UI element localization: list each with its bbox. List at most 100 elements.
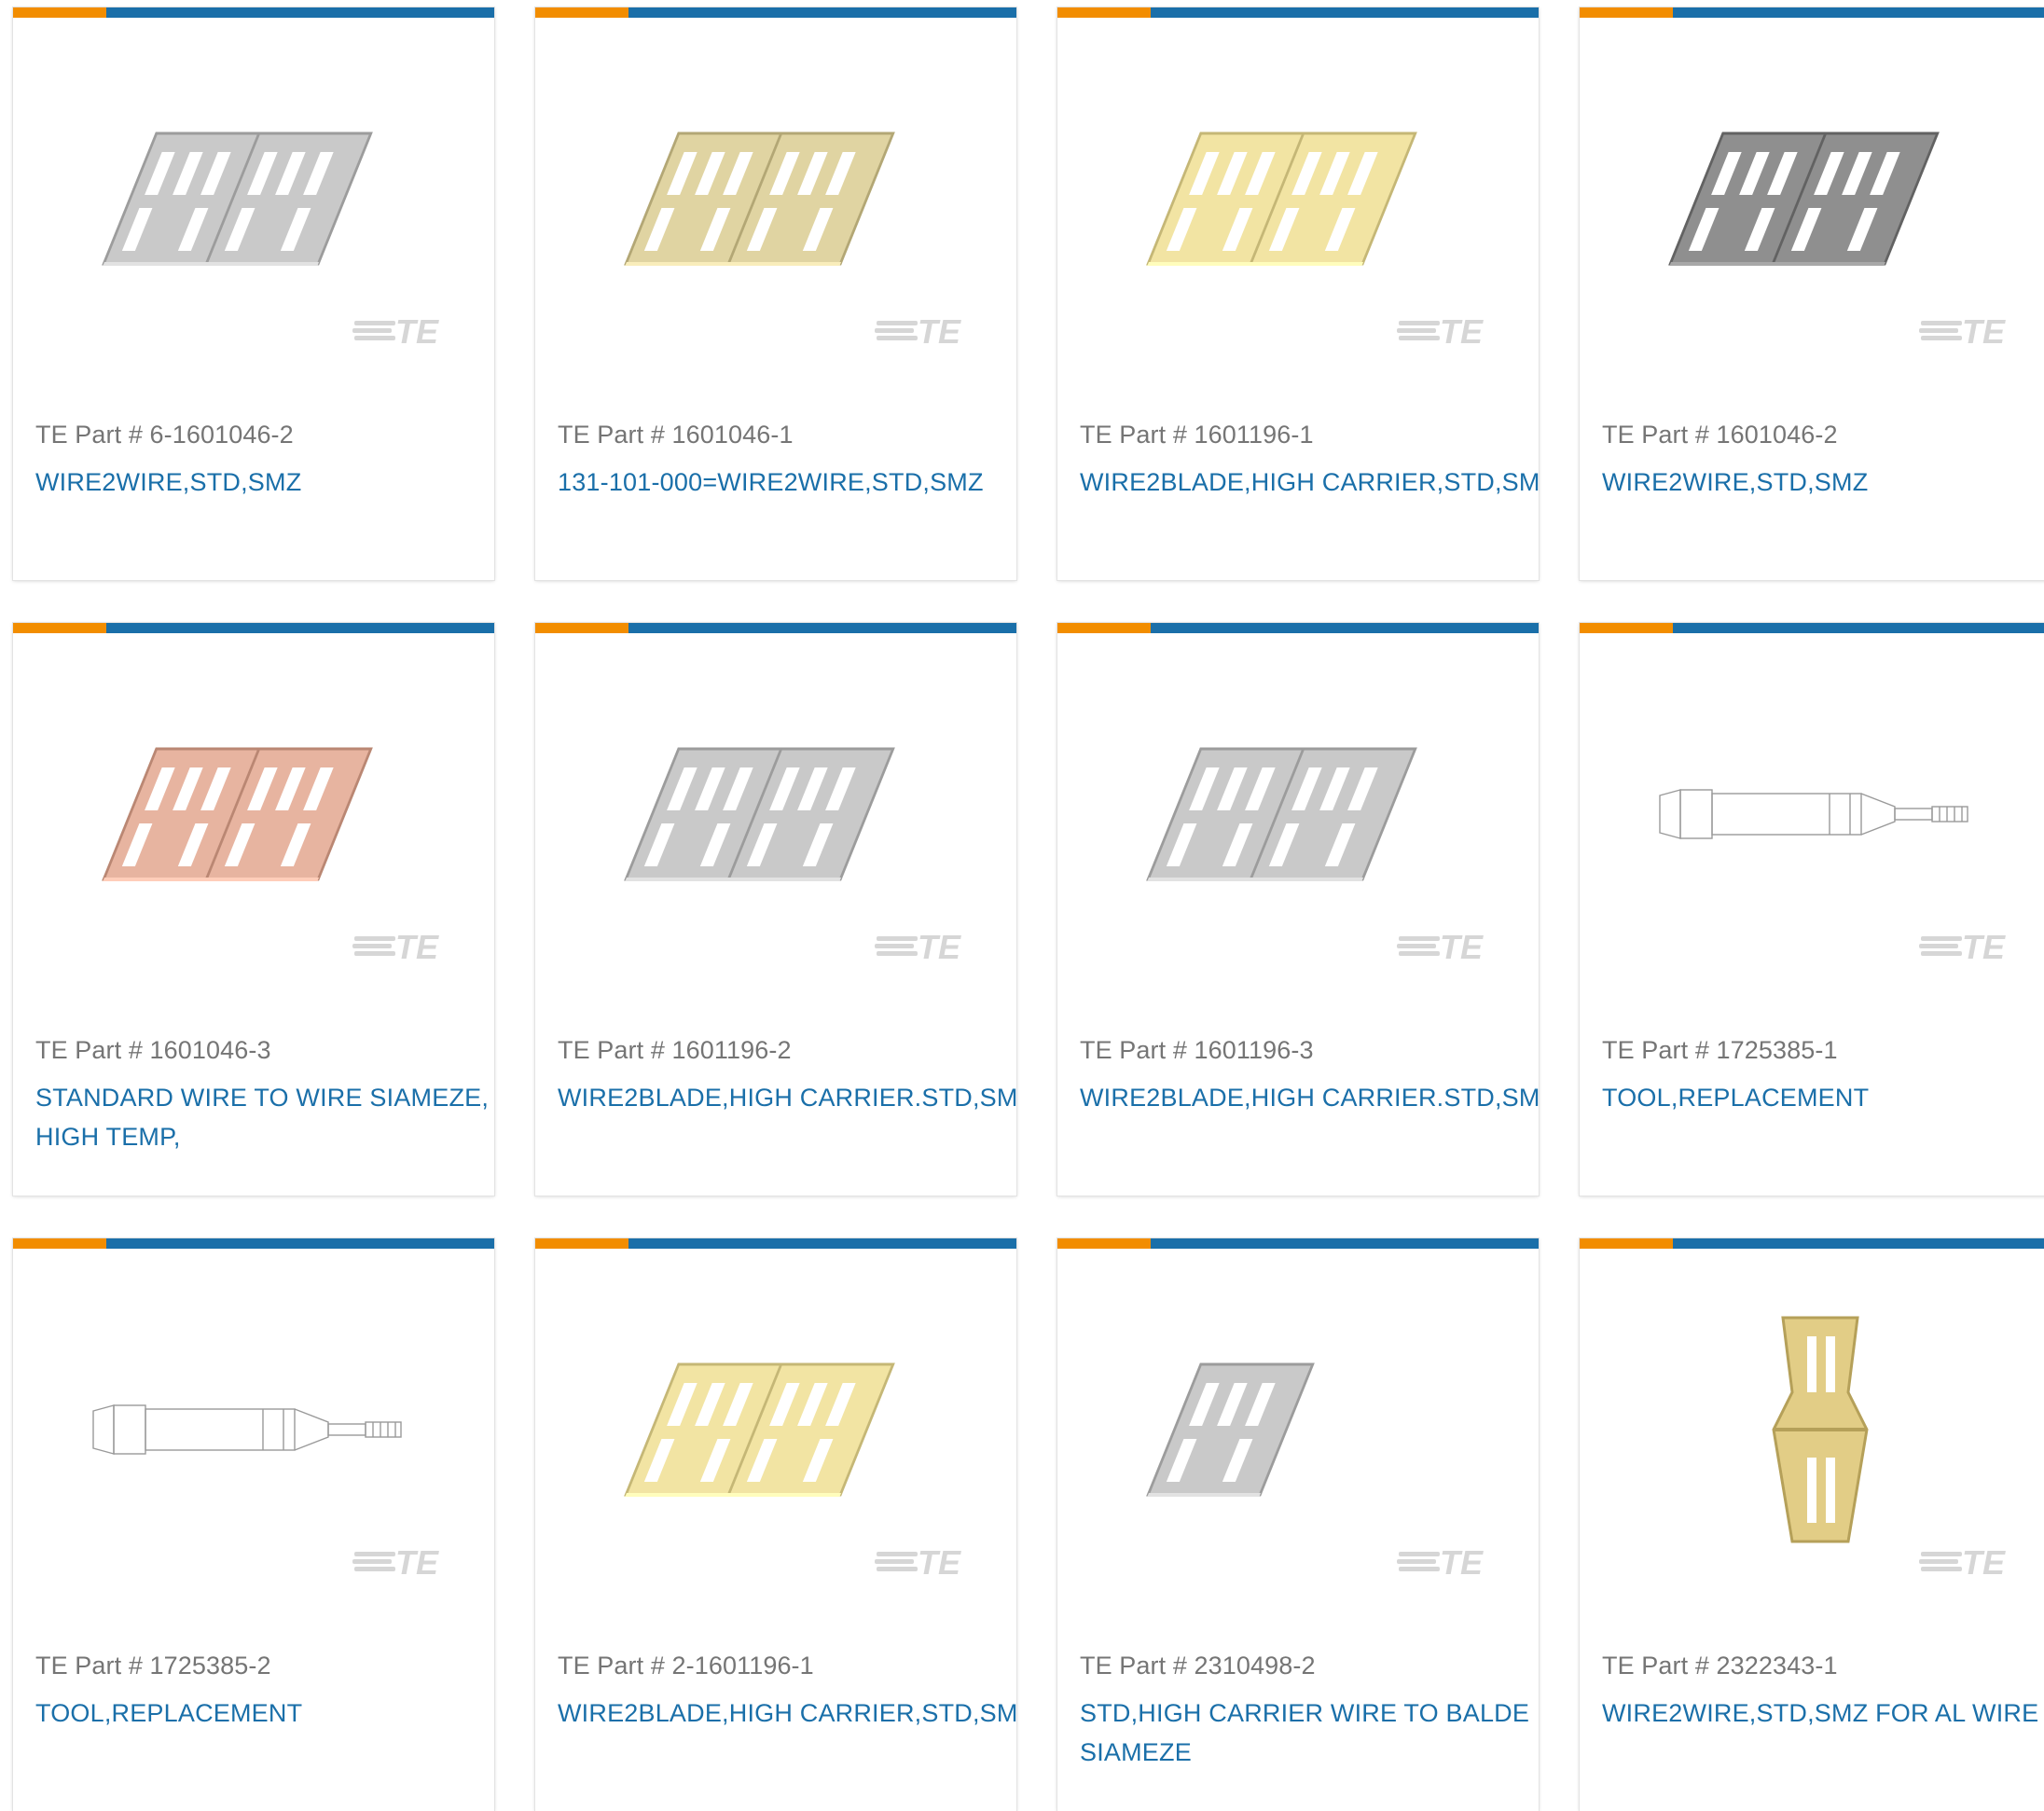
part-number: TE Part # 2310498-2 [1080,1652,1316,1680]
product-card[interactable]: TE TE Part # 1601046-2 WIRE2WIRE,STD,SMZ [1580,7,2044,580]
accent-bar-blue [106,7,494,18]
card-accent-bar [1057,623,1539,633]
accent-bar-blue [1151,623,1539,633]
te-logo-watermark-icon: TE [875,928,961,964]
product-card[interactable]: TE TE Part # 1601196-1 WIRE2BLADE,HIGH C… [1057,7,1539,580]
product-description-link[interactable]: STANDARD WIRE TO WIRE SIAMEZE, HIGH TEMP… [35,1078,494,1156]
product-description-link[interactable]: TOOL,REPLACEMENT [35,1693,494,1733]
te-logo-watermark-icon: TE [1397,312,1484,349]
te-logo-text: TE [1440,928,1484,964]
accent-bar-orange [1057,623,1151,633]
te-logo-text: TE [918,928,961,964]
accent-bar-orange [1057,7,1151,18]
terminal-svg [1668,131,1940,266]
product-card[interactable]: TE TE Part # 1725385-2 TOOL,REPLACEMENT [13,1238,494,1811]
card-accent-bar [535,1238,1016,1249]
accent-bar-orange [1580,7,1673,18]
product-card[interactable]: TE TE Part # 2310498-2 STD,HIGH CARRIER … [1057,1238,1539,1811]
part-number: TE Part # 1601196-3 [1080,1036,1314,1064]
terminal-svg [102,747,373,881]
accent-bar-blue [1673,7,2044,18]
te-logo-watermark-icon: TE [1397,928,1484,964]
terminal-svg [1146,1362,1315,1497]
terminal-svg [624,747,895,881]
te-logo-watermark-icon: TE [352,312,439,349]
accent-bar-orange [13,623,106,633]
te-logo-watermark-icon: TE [352,928,439,964]
accent-bar-orange [535,623,628,633]
card-accent-bar [13,7,494,18]
accent-bar-orange [535,1238,628,1249]
product-description-link[interactable]: 131-101-000=WIRE2WIRE,STD,SMZ [558,463,1016,502]
accent-bar-blue [1151,7,1539,18]
part-number: TE Part # 2322343-1 [1602,1652,1838,1680]
accent-bar-blue [106,623,494,633]
te-logo-watermark-icon: TE [1919,312,2006,349]
accent-bar-orange [1580,1238,1673,1249]
terminal-svg [624,131,895,266]
accent-bar-orange [535,7,628,18]
te-logo-watermark-icon: TE [875,312,961,349]
te-logo-text: TE [1962,928,2006,964]
te-logo-text: TE [1440,312,1484,349]
accent-bar-blue [106,1238,494,1249]
te-logo-watermark-icon: TE [875,1543,961,1580]
part-number: TE Part # 1725385-1 [1602,1036,1838,1064]
te-logo-watermark-icon: TE [1919,1543,2006,1580]
te-logo-text: TE [1440,1543,1484,1580]
product-description-link[interactable]: TOOL,REPLACEMENT [1602,1078,2044,1117]
product-card[interactable]: TE TE Part # 2-1601196-1 WIRE2BLADE,HIGH… [535,1238,1016,1811]
tool-drawing-svg [1659,789,1968,839]
product-card[interactable]: TE TE Part # 6-1601046-2 WIRE2WIRE,STD,S… [13,7,494,580]
accent-bar-blue [628,623,1016,633]
product-card[interactable]: TE TE Part # 1601046-3 STANDARD WIRE TO … [13,623,494,1196]
te-logo-text: TE [1962,1543,2006,1580]
product-description-link[interactable]: STD,HIGH CARRIER WIRE TO BALDE SIAMEZE [1080,1693,1539,1772]
te-logo-text: TE [395,1543,439,1580]
terminal-svg [624,1362,895,1497]
part-number: TE Part # 1601196-2 [558,1036,792,1064]
accent-bar-blue [1673,1238,2044,1249]
te-logo-text: TE [918,312,961,349]
card-accent-bar [1580,623,2044,633]
te-logo-watermark-icon: TE [1919,928,2006,964]
te-logo-watermark-icon: TE [352,1543,439,1580]
accent-bar-blue [1673,623,2044,633]
terminal-svg [1146,747,1417,881]
te-logo-text: TE [395,312,439,349]
product-card[interactable]: TE TE Part # 1725385-1 TOOL,REPLACEMENT [1580,623,2044,1196]
terminal-svg [102,131,373,266]
product-description-link[interactable]: WIRE2BLADE,HIGH CARRIER,STD,SMZ [1080,463,1539,502]
product-card[interactable]: TE TE Part # 1601046-1 131-101-000=WIRE2… [535,7,1016,580]
product-description-link[interactable]: WIRE2BLADE,HIGH CARRIER,STD,SMZ [558,1693,1016,1733]
part-number: TE Part # 6-1601046-2 [35,421,294,449]
product-card[interactable]: TE TE Part # 2322343-1 WIRE2WIRE,STD,SMZ… [1580,1238,2044,1811]
accent-bar-orange [1580,623,1673,633]
product-card[interactable]: TE TE Part # 1601196-2 WIRE2BLADE,HIGH C… [535,623,1016,1196]
accent-bar-blue [628,7,1016,18]
te-logo-text: TE [1962,312,2006,349]
card-accent-bar [1580,1238,2044,1249]
product-description-link[interactable]: WIRE2BLADE,HIGH CARRIER.STD,SMZ [558,1078,1016,1117]
card-accent-bar [1057,7,1539,18]
card-accent-bar [1580,7,2044,18]
accent-bar-orange [13,1238,106,1249]
accent-bar-orange [13,7,106,18]
tool-drawing-svg [92,1404,402,1455]
accent-bar-blue [628,1238,1016,1249]
part-number: TE Part # 1725385-2 [35,1652,271,1680]
part-number: TE Part # 2-1601196-1 [558,1652,814,1680]
part-number: TE Part # 1601046-2 [1602,421,1838,449]
accent-bar-orange [1057,1238,1151,1249]
product-description-link[interactable]: WIRE2WIRE,STD,SMZ [35,463,494,502]
product-description-link[interactable]: WIRE2WIRE,STD,SMZ FOR AL WIRE [1602,1693,2044,1733]
product-card[interactable]: TE TE Part # 1601196-3 WIRE2BLADE,HIGH C… [1057,623,1539,1196]
accent-bar-blue [1151,1238,1539,1249]
part-number: TE Part # 1601046-1 [558,421,794,449]
part-number: TE Part # 1601196-1 [1080,421,1314,449]
card-accent-bar [1057,1238,1539,1249]
product-description-link[interactable]: WIRE2BLADE,HIGH CARRIER.STD,SMZ [1080,1078,1539,1117]
card-accent-bar [535,7,1016,18]
product-description-link[interactable]: WIRE2WIRE,STD,SMZ [1602,463,2044,502]
card-accent-bar [535,623,1016,633]
